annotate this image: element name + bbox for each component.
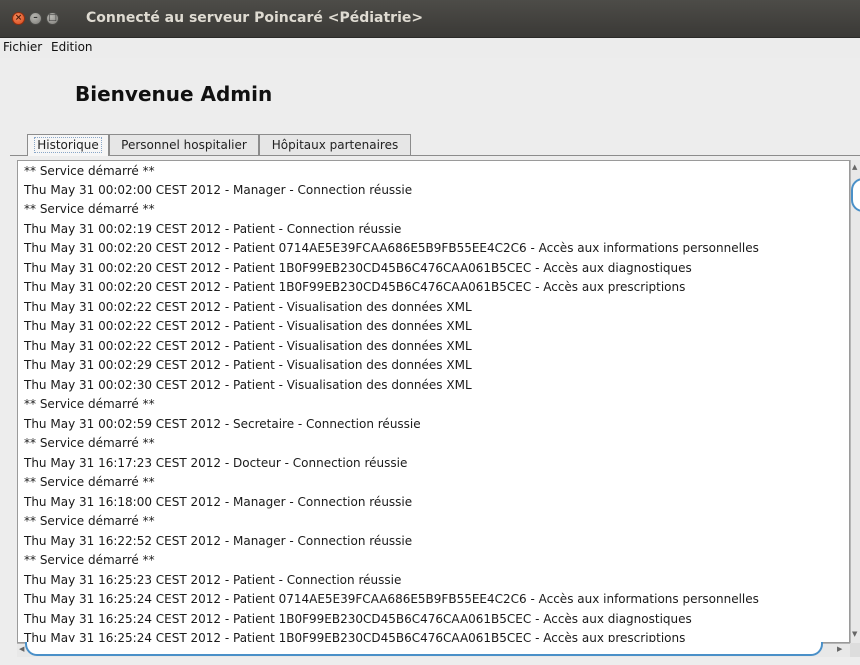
- maximize-button[interactable]: □: [46, 12, 59, 25]
- log-line: Thu May 31 16:18:00 CEST 2012 - Manager …: [24, 495, 413, 509]
- log-line: Thu May 31 00:02:22 CEST 2012 - Patient …: [24, 319, 472, 333]
- log-line: Thu May 31 00:02:20 CEST 2012 - Patient …: [24, 261, 692, 275]
- history-log[interactable]: ** Service démarré ** Thu May 31 00:02:0…: [17, 160, 850, 643]
- log-line: Thu May 31 00:02:29 CEST 2012 - Patient …: [24, 358, 472, 372]
- vertical-scrollbar[interactable]: ▲ ▼: [850, 160, 860, 643]
- horizontal-scroll-thumb[interactable]: [25, 642, 823, 656]
- scroll-up-icon[interactable]: ▲: [852, 163, 857, 171]
- log-line: ** Service démarré **: [24, 436, 155, 450]
- log-line: ** Service démarré **: [24, 397, 155, 411]
- tab-historique[interactable]: Historique: [27, 134, 109, 156]
- log-line: Thu May 31 00:02:20 CEST 2012 - Patient …: [24, 280, 686, 294]
- log-line: Thu May 31 16:25:24 CEST 2012 - Patient …: [24, 631, 686, 643]
- menu-edition[interactable]: Edition: [51, 40, 93, 54]
- log-line: Thu May 31 00:02:22 CEST 2012 - Patient …: [24, 300, 472, 314]
- log-line: Thu May 31 16:25:24 CEST 2012 - Patient …: [24, 612, 692, 626]
- scrollbar-corner: [850, 643, 860, 657]
- horizontal-scrollbar[interactable]: ◀ ▶: [17, 642, 850, 657]
- log-line: Thu May 31 16:25:23 CEST 2012 - Patient …: [24, 573, 402, 587]
- maximize-icon: □: [48, 13, 57, 23]
- tab-personnel-hospitalier-label: Personnel hospitalier: [121, 138, 247, 152]
- log-line: Thu May 31 00:02:22 CEST 2012 - Patient …: [24, 339, 472, 353]
- log-line: Thu May 31 00:02:59 CEST 2012 - Secretai…: [24, 417, 421, 431]
- scroll-left-icon[interactable]: ◀: [19, 645, 24, 653]
- log-line: Thu May 31 00:02:20 CEST 2012 - Patient …: [24, 241, 759, 255]
- window-titlebar[interactable]: × – □ Connecté au serveur Poincaré <Pédi…: [0, 0, 860, 38]
- tab-strip-border: [10, 155, 860, 156]
- log-line: Thu May 31 00:02:19 CEST 2012 - Patient …: [24, 222, 402, 236]
- welcome-heading: Bienvenue Admin: [75, 82, 273, 106]
- tab-hopitaux-partenaires-label: Hôpitaux partenaires: [271, 138, 399, 152]
- tab-hopitaux-partenaires[interactable]: Hôpitaux partenaires: [259, 134, 411, 155]
- log-line: ** Service démarré **: [24, 475, 155, 489]
- menu-fichier[interactable]: Fichier: [3, 40, 42, 54]
- log-line: Thu May 31 00:02:30 CEST 2012 - Patient …: [24, 378, 472, 392]
- window-title: Connecté au serveur Poincaré <Pédiatrie>: [86, 10, 424, 26]
- log-line: Thu May 31 16:22:52 CEST 2012 - Manager …: [24, 534, 413, 548]
- tab-historique-label: Historique: [34, 137, 102, 153]
- vertical-scroll-thumb[interactable]: [851, 178, 860, 212]
- minimize-button[interactable]: –: [29, 12, 42, 25]
- log-line: ** Service démarré **: [24, 553, 155, 567]
- log-line: Thu May 31 16:17:23 CEST 2012 - Docteur …: [24, 456, 408, 470]
- scroll-down-icon[interactable]: ▼: [852, 630, 857, 638]
- log-line: Thu May 31 16:25:24 CEST 2012 - Patient …: [24, 592, 759, 606]
- close-icon: ×: [14, 13, 23, 23]
- log-line: Thu May 31 00:02:00 CEST 2012 - Manager …: [24, 183, 413, 197]
- log-line: ** Service démarré **: [24, 202, 155, 216]
- log-line: ** Service démarré **: [24, 164, 155, 178]
- menu-bar: Fichier Edition: [0, 38, 860, 58]
- log-line: ** Service démarré **: [24, 514, 155, 528]
- scroll-right-icon[interactable]: ▶: [837, 645, 842, 653]
- close-button[interactable]: ×: [12, 12, 25, 25]
- tab-personnel-hospitalier[interactable]: Personnel hospitalier: [109, 134, 259, 155]
- minimize-icon: –: [33, 13, 38, 23]
